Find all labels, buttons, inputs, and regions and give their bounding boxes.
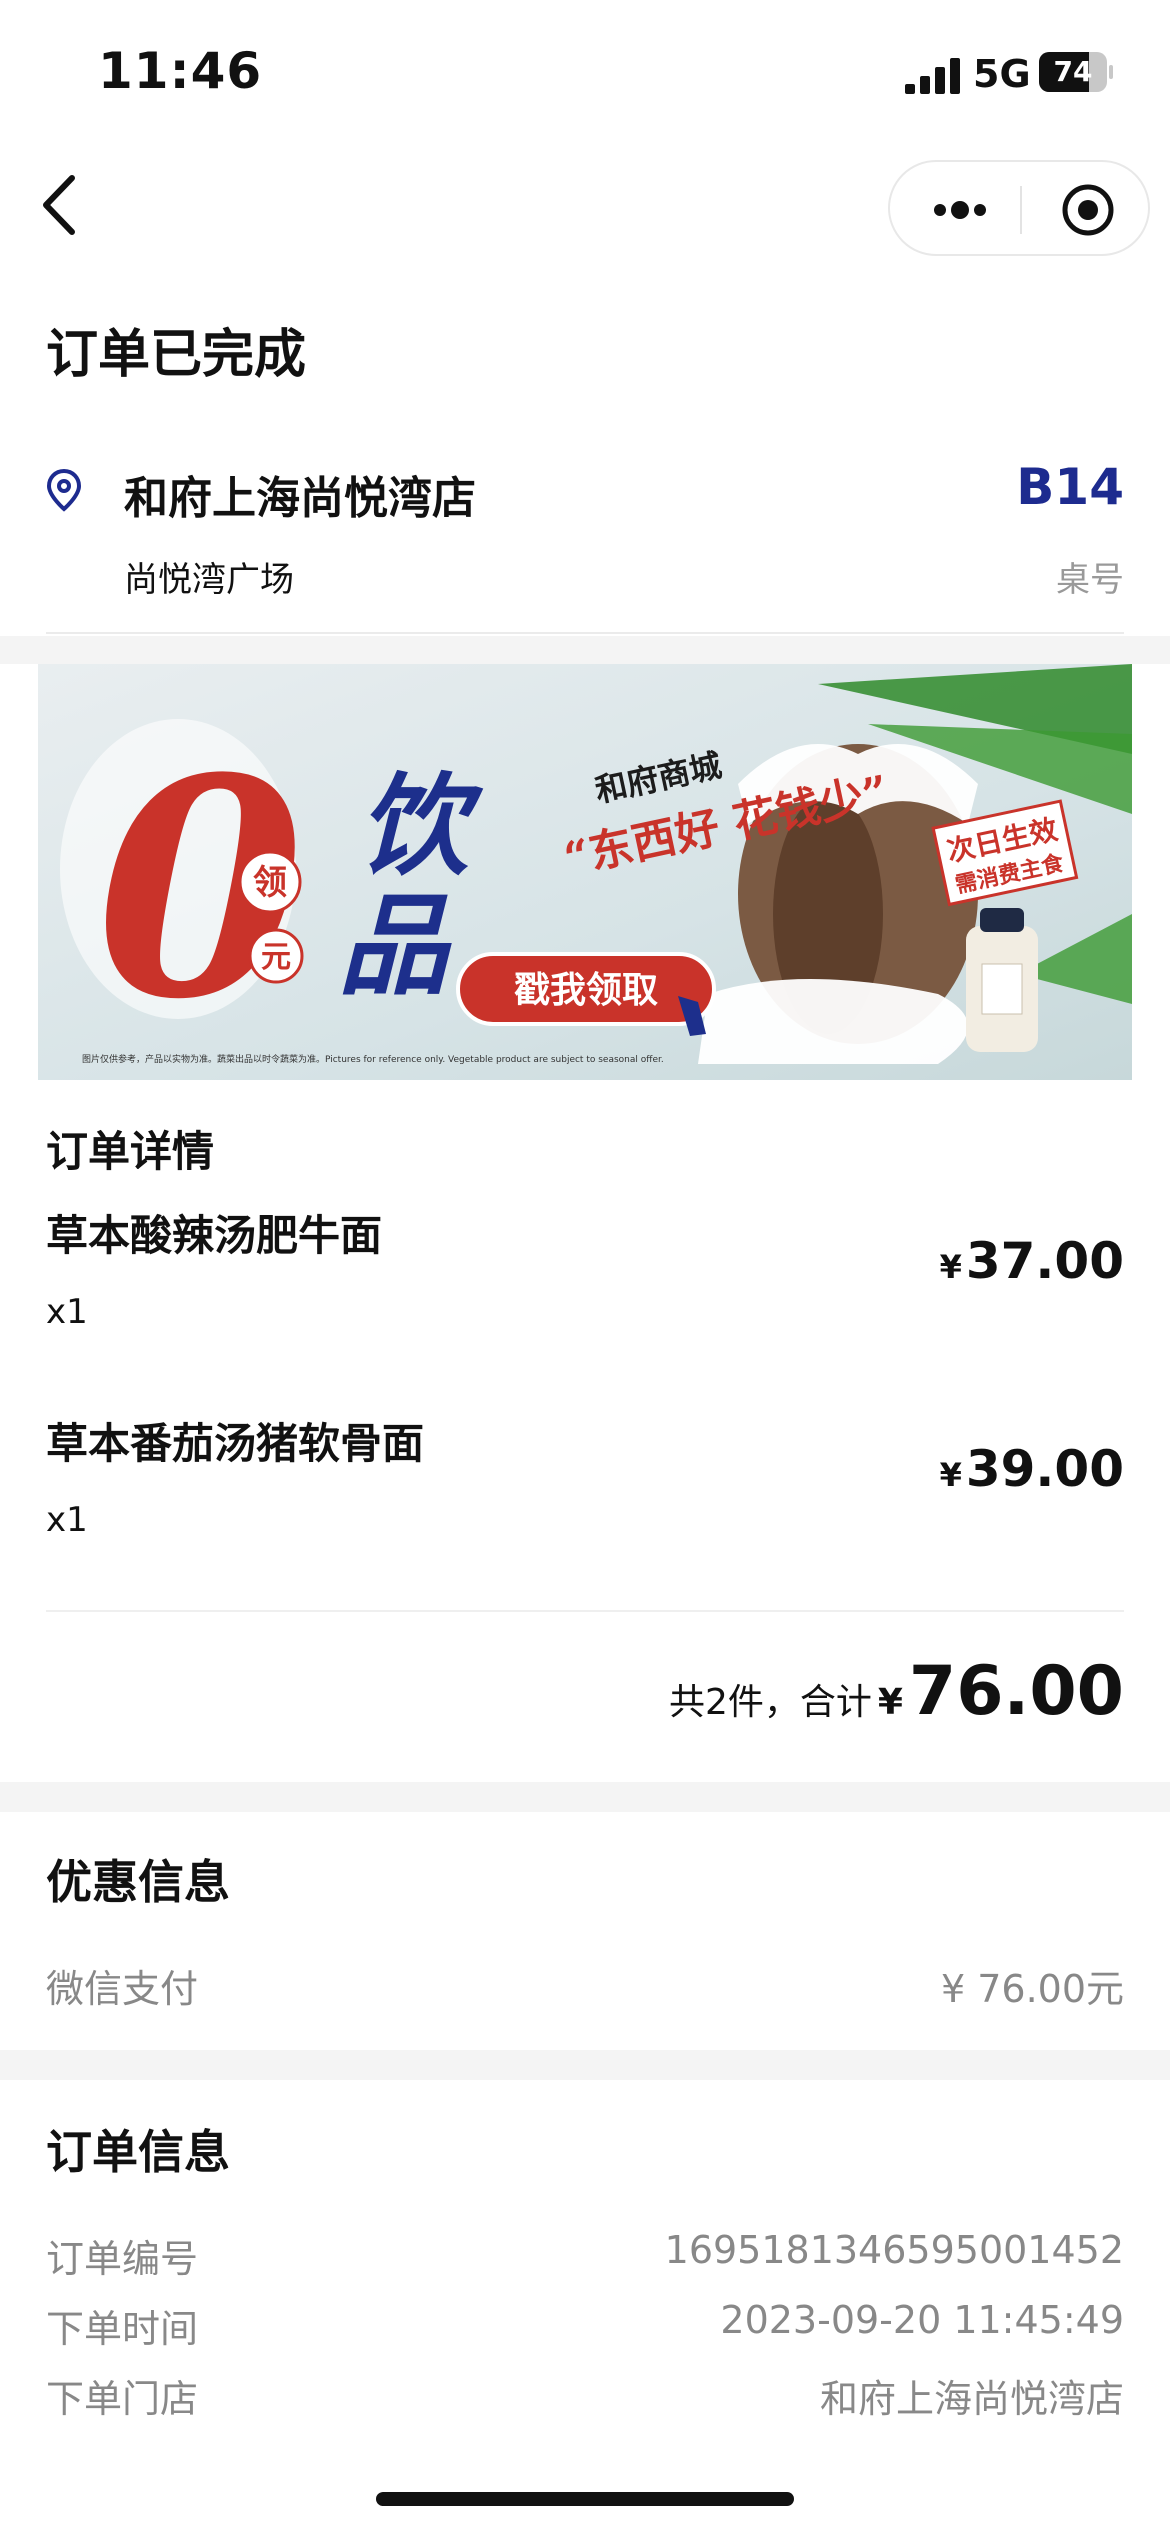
total-label: 共2件，合计 [668,1682,872,1723]
network-type: 5G [973,52,1031,96]
store-location: 尚悦湾广场 [124,560,294,600]
table-number: B14 [1016,458,1124,516]
discount-title: 优惠信息 [46,1855,230,1909]
signal-icon [905,58,960,94]
location-pin-icon [46,468,82,512]
mini-program-capsule [888,160,1150,256]
order-store-value: 和府上海尚悦湾店 [819,2377,1124,2421]
order-time-label: 下单时间 [46,2307,199,2351]
item-price: ¥39.00 [940,1440,1124,1498]
store-name: 和府上海尚悦湾店 [124,473,476,524]
promo-banner[interactable]: 0 领 元 饮 品 和府商城 “东西好 花钱少” 戳我领取 次日生效 需消费主食… [38,664,1132,1080]
chevron-left-icon[interactable] [38,172,82,238]
status-time: 11:46 [98,42,263,100]
divider [46,632,1124,634]
currency-symbol: ¥ [939,1456,962,1494]
more-dots-icon[interactable] [930,190,990,230]
home-indicator[interactable] [376,2492,794,2506]
status-bar: 11:46 5G 74 [0,0,1170,150]
order-total: 共2件，合计 ¥ 76.00 [669,1652,1124,1731]
divider [46,1610,1124,1612]
table-label: 桌号 [1056,560,1124,600]
item-qty: x1 [46,1500,88,1540]
banner-button: 戳我领取 [514,969,658,1011]
section-gap [0,1782,1170,1812]
banner-yuan: 元 [261,940,291,975]
order-number-label: 订单编号 [46,2237,199,2281]
section-gap [0,2050,1170,2080]
total-amount: 76.00 [908,1652,1124,1731]
order-info-title: 订单信息 [46,2125,230,2179]
item-name: 草本酸辣汤肥牛面 [46,1211,383,1260]
item-name: 草本番茄汤猪软骨面 [46,1419,425,1468]
item-price-value: 37.00 [965,1232,1124,1290]
capsule-divider [1020,186,1022,234]
order-detail-title: 订单详情 [46,1127,215,1176]
item-price: ¥37.00 [940,1232,1124,1290]
order-store-label: 下单门店 [46,2377,199,2421]
banner-ling: 领 [253,863,287,903]
page-title: 订单已完成 [46,325,307,385]
payment-method: 微信支付 [46,1967,199,2011]
banner-disclaimer: 图片仅供参考，产品以实物为准。蔬菜出品以时令蔬菜为准。Pictures for … [82,1053,664,1065]
order-time-value: 2023-09-20 11:45:49 [720,2298,1124,2342]
item-price-value: 39.00 [965,1440,1124,1498]
section-gap [0,636,1170,664]
target-circle-icon[interactable] [1060,182,1116,238]
battery-level: 74 [1053,55,1093,88]
battery-icon: 74 [1039,52,1113,92]
order-number-value: 1695181346595001452 [664,2228,1124,2272]
banner-yin: 饮 [358,761,484,890]
banner-pin: 品 [338,881,452,1010]
payment-amount: ¥ 76.00元 [940,1967,1124,2011]
currency-symbol: ¥ [877,1682,903,1723]
item-qty: x1 [46,1292,88,1332]
currency-symbol: ¥ [939,1248,962,1286]
